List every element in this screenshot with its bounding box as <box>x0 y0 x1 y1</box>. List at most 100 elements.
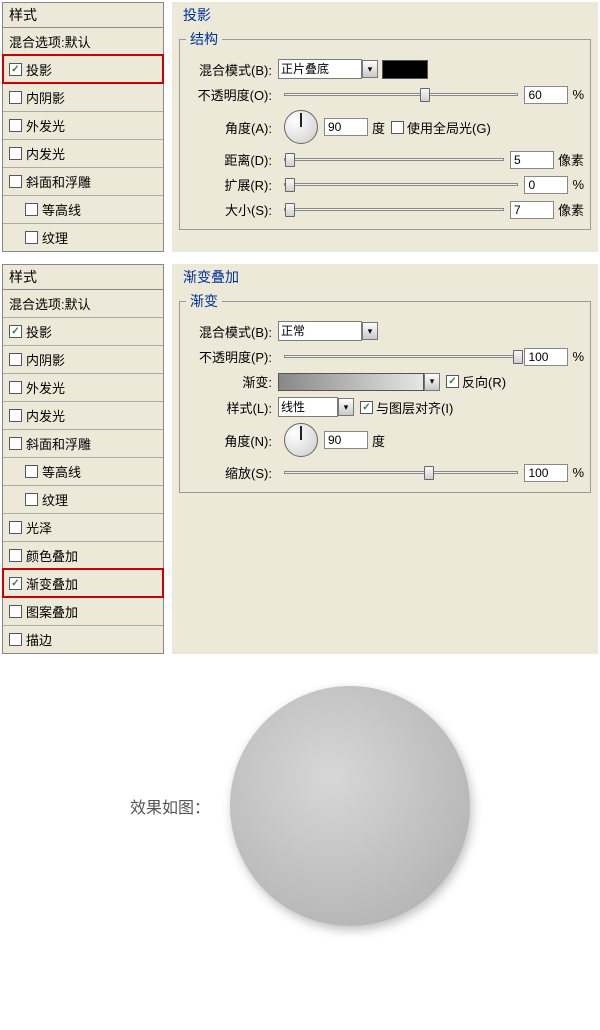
blend-mode-select[interactable]: 正常 <box>278 321 362 341</box>
chevron-down-icon[interactable]: ▾ <box>362 322 378 340</box>
unit-pct: % <box>572 177 584 192</box>
chevron-down-icon[interactable]: ▾ <box>338 398 354 416</box>
style-label: 渐变叠加 <box>26 574 78 593</box>
angle-dial[interactable] <box>284 423 318 457</box>
style-item[interactable]: 描边 <box>3 625 163 653</box>
angle-dial[interactable] <box>284 110 318 144</box>
blend-mode-select[interactable]: 正片叠底 <box>278 59 362 79</box>
style-checkbox[interactable] <box>25 493 38 506</box>
opacity-input[interactable]: 60 <box>524 86 568 104</box>
style-checkbox[interactable] <box>9 437 22 450</box>
style-item[interactable]: 内阴影 <box>3 345 163 373</box>
scale-input[interactable]: 100 <box>524 464 568 482</box>
opacity-slider[interactable] <box>284 355 518 358</box>
color-swatch[interactable] <box>382 60 428 79</box>
blend-options-label: 混合选项:默认 <box>9 32 91 51</box>
style-label: 斜面和浮雕 <box>26 434 91 453</box>
style-label: 投影 <box>26 60 52 79</box>
style-checkbox[interactable] <box>9 605 22 618</box>
style-select[interactable]: 线性 <box>278 397 338 417</box>
spread-input[interactable]: 0 <box>524 176 568 194</box>
angle-input[interactable]: 90 <box>324 431 368 449</box>
result-preview <box>230 686 470 926</box>
unit-px: 像素 <box>558 150 584 169</box>
reverse-label: 反向(R) <box>462 372 506 391</box>
style-checkbox[interactable]: ✓ <box>9 577 22 590</box>
unit-degree: 度 <box>372 431 385 450</box>
blend-mode-label: 混合模式(B): <box>186 322 272 341</box>
style-item[interactable]: 等高线 <box>3 195 163 223</box>
style-checkbox[interactable] <box>9 633 22 646</box>
size-input[interactable]: 7 <box>510 201 554 219</box>
style-item[interactable]: 外发光 <box>3 111 163 139</box>
size-label: 大小(S): <box>186 200 272 219</box>
style-item[interactable]: 光泽 <box>3 513 163 541</box>
styles-header: 样式 <box>3 3 163 28</box>
style-item[interactable]: 纹理 <box>3 223 163 251</box>
chevron-down-icon[interactable]: ▾ <box>362 60 378 78</box>
style-checkbox[interactable]: ✓ <box>9 325 22 338</box>
style-item[interactable]: 斜面和浮雕 <box>3 429 163 457</box>
styles-list-bottom: 样式 混合选项:默认 ✓投影内阴影外发光内发光斜面和浮雕等高线纹理光泽颜色叠加✓… <box>2 264 164 654</box>
style-item[interactable]: ✓ 投影 <box>3 55 163 83</box>
blend-options-row[interactable]: 混合选项:默认 <box>3 290 163 317</box>
style-checkbox[interactable] <box>9 175 22 188</box>
style-checkbox[interactable] <box>9 119 22 132</box>
style-label: 外发光 <box>26 378 65 397</box>
unit-degree: 度 <box>372 118 385 137</box>
scale-label: 缩放(S): <box>186 463 272 482</box>
result-section: 效果如图： <box>0 656 600 966</box>
scale-slider[interactable] <box>284 471 518 474</box>
style-item[interactable]: 图案叠加 <box>3 597 163 625</box>
style-checkbox[interactable] <box>9 91 22 104</box>
size-slider[interactable] <box>284 208 504 211</box>
fieldset-title: 渐变 <box>186 291 222 311</box>
reverse-checkbox[interactable]: ✓ <box>446 375 459 388</box>
style-item[interactable]: ✓ 投影 <box>3 317 163 345</box>
distance-slider[interactable] <box>284 158 504 161</box>
style-item[interactable]: 内阴影 <box>3 83 163 111</box>
style-item[interactable]: 内发光 <box>3 401 163 429</box>
style-label: 内发光 <box>26 406 65 425</box>
gradient-preview[interactable] <box>278 373 424 391</box>
style-label: 等高线 <box>42 462 81 481</box>
style-label: 光泽 <box>26 518 52 537</box>
style-checkbox[interactable] <box>9 381 22 394</box>
style-label: 纹理 <box>42 490 68 509</box>
blend-options-row[interactable]: 混合选项:默认 <box>3 28 163 55</box>
style-item[interactable]: 外发光 <box>3 373 163 401</box>
style-checkbox[interactable] <box>9 521 22 534</box>
style-checkbox[interactable] <box>25 465 38 478</box>
chevron-down-icon[interactable]: ▾ <box>424 373 440 391</box>
style-item[interactable]: 内发光 <box>3 139 163 167</box>
style-label: 投影 <box>26 322 52 341</box>
style-label: 描边 <box>26 630 52 649</box>
unit-pct: % <box>572 465 584 480</box>
style-checkbox[interactable] <box>9 147 22 160</box>
result-label: 效果如图： <box>130 794 210 818</box>
align-checkbox[interactable]: ✓ <box>360 401 373 414</box>
unit-pct: % <box>572 349 584 364</box>
style-item[interactable]: 颜色叠加 <box>3 541 163 569</box>
style-checkbox[interactable] <box>25 203 38 216</box>
distance-input[interactable]: 5 <box>510 151 554 169</box>
style-label: 内阴影 <box>26 350 65 369</box>
style-checkbox[interactable] <box>9 549 22 562</box>
style-item[interactable]: 纹理 <box>3 485 163 513</box>
opacity-input[interactable]: 100 <box>524 348 568 366</box>
style-checkbox[interactable] <box>25 231 38 244</box>
global-light-checkbox[interactable] <box>391 121 404 134</box>
style-checkbox[interactable] <box>9 353 22 366</box>
style-checkbox[interactable]: ✓ <box>9 63 22 76</box>
panel-title: 渐变叠加 <box>183 269 239 285</box>
spread-slider[interactable] <box>284 183 518 186</box>
style-item[interactable]: 斜面和浮雕 <box>3 167 163 195</box>
style-checkbox[interactable] <box>9 409 22 422</box>
style-item[interactable]: ✓ 渐变叠加 <box>3 569 163 597</box>
global-light-label: 使用全局光(G) <box>407 118 491 137</box>
style-label: 等高线 <box>42 200 81 219</box>
opacity-slider[interactable] <box>284 93 518 96</box>
style-item[interactable]: 等高线 <box>3 457 163 485</box>
style-label: 内阴影 <box>26 88 65 107</box>
angle-input[interactable]: 90 <box>324 118 368 136</box>
